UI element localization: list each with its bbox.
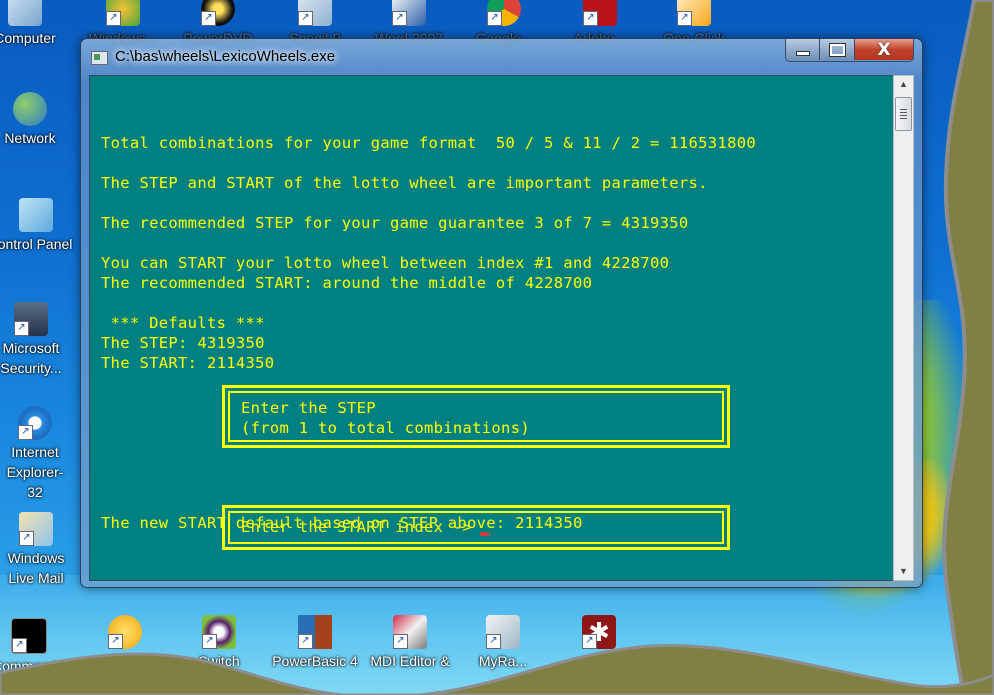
shortcut-arrow-icon: ↗ xyxy=(18,425,33,440)
desktop-icon-label: Network xyxy=(4,130,56,146)
desktop-mask-bottom xyxy=(0,644,994,695)
desktop-icon-windows-live-mail[interactable]: ↗ Windows Live Mail xyxy=(0,512,84,588)
shortcut-arrow-icon: ↗ xyxy=(19,531,34,546)
console-output[interactable]: Total combinations for your game format … xyxy=(89,75,896,581)
scroll-down-arrow-icon[interactable]: ▼ xyxy=(894,563,913,580)
snagit-icon: ↗ xyxy=(298,0,332,26)
minimize-icon xyxy=(795,51,810,56)
desktop-icon-internet-explorer[interactable]: ↗ Internet Explorer-32 xyxy=(0,406,78,502)
desktop-icon-microsoft-security[interactable]: ↗ Microsoft Security... xyxy=(0,302,68,378)
shortcut-arrow-icon: ↗ xyxy=(487,11,502,26)
desktop-mask-right xyxy=(942,0,994,695)
title-bar[interactable]: C:\bas\wheels\LexicoWheels.exe X xyxy=(81,39,922,75)
window-controls: X xyxy=(785,39,914,62)
total-combinations-line: Total combinations for your game format … xyxy=(101,134,756,152)
console-window: C:\bas\wheels\LexicoWheels.exe X Total c… xyxy=(80,38,923,588)
vertical-scrollbar[interactable]: ▲ ▼ xyxy=(893,75,914,581)
thumb-grip-icon xyxy=(900,109,907,110)
security-castle-icon: ↗ xyxy=(14,302,48,336)
control-panel-icon xyxy=(19,198,53,232)
scrollbar-thumb[interactable] xyxy=(895,97,912,131)
recommended-start-line: The recommended START: around the middle… xyxy=(101,274,593,292)
shortcut-arrow-icon: ↗ xyxy=(201,11,216,26)
shortcut-arrow-icon: ↗ xyxy=(298,11,313,26)
powerdvd-icon: ↗ xyxy=(201,0,235,26)
word-icon: ↗ xyxy=(392,0,426,26)
one-click-icon: ↗ xyxy=(677,0,711,26)
start-input-line[interactable]: Enter the START index -> xyxy=(241,517,490,537)
thumb-grip-icon xyxy=(900,112,907,113)
desktop-icon-network[interactable]: Network xyxy=(0,92,67,148)
desktop-icon-label: Windows Live Mail xyxy=(7,550,65,586)
window-title: C:\bas\wheels\LexicoWheels.exe xyxy=(115,48,336,65)
computer-icon xyxy=(8,0,42,26)
mail-icon: ↗ xyxy=(19,512,53,546)
maximize-icon xyxy=(828,42,846,57)
close-button[interactable]: X xyxy=(855,39,913,60)
start-prompt-label: Enter the START index -> xyxy=(241,518,473,536)
thumb-grip-icon xyxy=(900,115,907,116)
thumb-grip-icon xyxy=(900,118,907,119)
adobe-reader-icon: ↗ xyxy=(583,0,617,26)
shortcut-arrow-icon: ↗ xyxy=(14,321,29,336)
network-icon xyxy=(13,92,47,126)
minimize-button[interactable] xyxy=(786,39,820,60)
scroll-up-arrow-icon[interactable]: ▲ xyxy=(894,76,913,93)
step-prompt-box: Enter the STEP (from 1 to total combinat… xyxy=(222,385,730,448)
desktop-icon-label: Microsoft Security... xyxy=(0,340,62,376)
text-cursor xyxy=(480,532,490,536)
shortcut-arrow-icon: ↗ xyxy=(583,11,598,26)
start-prompt-box: Enter the START index -> xyxy=(222,505,730,550)
default-step-line: The STEP: 4319350 xyxy=(101,334,265,352)
default-start-line: The START: 2114350 xyxy=(101,354,275,372)
desktop-icon-computer[interactable]: Computer xyxy=(0,0,62,48)
recommended-step-line: The recommended STEP for your game guara… xyxy=(101,214,689,232)
windows-icon: ↗ xyxy=(106,0,140,26)
shortcut-arrow-icon: ↗ xyxy=(677,11,692,26)
defaults-header: *** Defaults *** xyxy=(101,314,265,332)
desktop-icon-label: Control Panel xyxy=(0,236,73,252)
desktop-icon-label: Internet Explorer-32 xyxy=(6,444,64,500)
close-icon: X xyxy=(877,39,891,60)
internet-explorer-icon: ↗ xyxy=(18,406,52,440)
step-prompt-line2: (from 1 to total combinations) xyxy=(241,419,530,437)
step-prompt-line1: Enter the STEP xyxy=(241,399,376,417)
important-params-line: The STEP and START of the lotto wheel ar… xyxy=(101,174,708,192)
maximize-button[interactable] xyxy=(820,39,855,60)
shortcut-arrow-icon: ↗ xyxy=(392,11,407,26)
start-range-line: You can START your lotto wheel between i… xyxy=(101,254,670,272)
desktop-icon-control-panel[interactable]: Control Panel xyxy=(0,198,81,254)
desktop-icon-label: Computer xyxy=(0,30,56,46)
shortcut-arrow-icon: ↗ xyxy=(106,11,121,26)
console-app-icon xyxy=(91,51,108,65)
chrome-icon: ↗ xyxy=(487,0,521,26)
